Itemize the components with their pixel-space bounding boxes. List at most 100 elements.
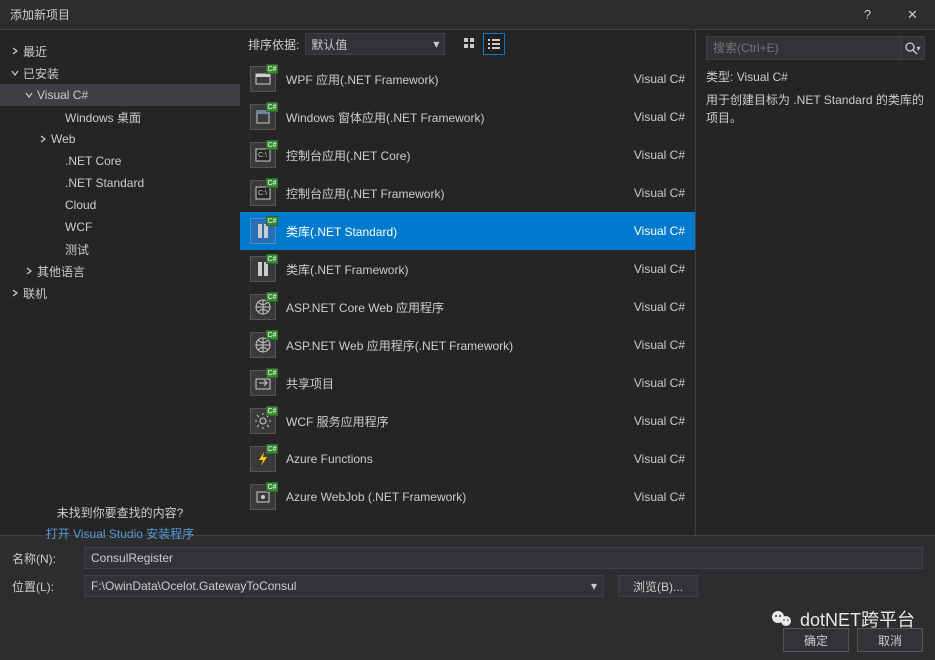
close-button[interactable]: ✕	[890, 0, 935, 30]
template-row[interactable]: C#WPF 应用(.NET Framework)Visual C#	[240, 60, 695, 98]
tree-arrow-icon	[8, 287, 21, 300]
template-icon: C:\C#	[250, 142, 276, 168]
tree-item-10[interactable]: 其他语言	[0, 260, 240, 282]
template-lang: Visual C#	[634, 110, 685, 124]
csharp-badge-icon: C#	[266, 216, 278, 226]
tree-arrow-icon	[50, 155, 63, 168]
template-lang: Visual C#	[634, 414, 685, 428]
tree-item-11[interactable]: 联机	[0, 282, 240, 304]
template-icon: C#	[250, 370, 276, 396]
template-name: WCF 服务应用程序	[286, 413, 624, 430]
tree-label: Cloud	[63, 198, 96, 212]
tree-item-5[interactable]: .NET Core	[0, 150, 240, 172]
help-button[interactable]: ?	[845, 0, 890, 30]
template-name: 控制台应用(.NET Framework)	[286, 185, 624, 202]
template-name: Azure WebJob (.NET Framework)	[286, 490, 624, 504]
details-pane: ▾ 类型: Visual C# 用于创建目标为 .NET Standard 的类…	[695, 30, 935, 535]
template-icon: C#	[250, 332, 276, 358]
type-line: 类型: Visual C#	[706, 68, 925, 85]
template-row[interactable]: C#类库(.NET Standard)Visual C#	[240, 212, 695, 250]
csharp-badge-icon: C#	[266, 178, 278, 188]
tree-label: 最近	[21, 43, 47, 60]
chevron-down-icon: ▾	[433, 37, 439, 51]
tree-item-2[interactable]: Visual C#	[0, 84, 240, 106]
sort-bar: 排序依据: 默认值 ▾	[240, 30, 695, 58]
template-name: Azure Functions	[286, 452, 624, 466]
tree-item-9[interactable]: 测试	[0, 238, 240, 260]
tree-arrow-icon	[50, 177, 63, 190]
tree-item-3[interactable]: Windows 桌面	[0, 106, 240, 128]
template-row[interactable]: C#Azure WebJob (.NET Framework)Visual C#	[240, 478, 695, 516]
tree-arrow-icon	[50, 111, 63, 124]
tree-item-1[interactable]: 已安装	[0, 62, 240, 84]
template-row[interactable]: C#ASP.NET Core Web 应用程序Visual C#	[240, 288, 695, 326]
template-icon: C#	[250, 104, 276, 130]
tree-arrow-icon	[22, 265, 35, 278]
template-name: ASP.NET Web 应用程序(.NET Framework)	[286, 337, 624, 354]
csharp-badge-icon: C#	[266, 444, 278, 454]
search-input[interactable]	[707, 41, 900, 55]
chevron-down-icon: ▾	[591, 579, 597, 593]
template-icon: C#	[250, 446, 276, 472]
sort-dropdown[interactable]: 默认值 ▾	[305, 33, 445, 55]
tree-arrow-icon	[36, 133, 49, 146]
svg-text:C:\: C:\	[258, 190, 267, 197]
template-row[interactable]: C:\ C# 控制台应用(.NET Framework) Visual C#	[240, 174, 695, 212]
open-installer-link[interactable]: 打开 Visual Studio 安装程序	[0, 525, 240, 542]
csharp-badge-icon: C#	[266, 292, 278, 302]
csharp-badge-icon: C#	[266, 482, 278, 492]
tree-label: .NET Core	[63, 154, 121, 168]
template-name: Windows 窗体应用(.NET Framework)	[286, 109, 624, 126]
tree-label: Windows 桌面	[63, 109, 141, 126]
template-lang: Visual C#	[634, 72, 685, 86]
template-lang: Visual C#	[634, 262, 685, 276]
tree-item-0[interactable]: 最近	[0, 40, 240, 62]
view-list-button[interactable]	[483, 33, 505, 55]
csharp-badge-icon: C#	[266, 254, 278, 264]
template-row[interactable]: C# 类库(.NET Framework) Visual C#	[240, 250, 695, 288]
location-label: 位置(L):	[12, 578, 76, 595]
template-lang: Visual C#	[634, 186, 685, 200]
tree-item-6[interactable]: .NET Standard	[0, 172, 240, 194]
category-tree: 最近已安装 Visual C# Windows 桌面 Web .NET Core .NET…	[0, 30, 240, 535]
tree-item-8[interactable]: WCF	[0, 216, 240, 238]
tree-arrow-icon	[22, 89, 35, 102]
tree-arrow-icon	[50, 243, 63, 256]
sort-label: 排序依据:	[248, 36, 299, 53]
view-grid-button[interactable]	[459, 33, 481, 55]
name-label: 名称(N):	[12, 550, 76, 567]
tree-label: WCF	[63, 220, 92, 234]
browse-button[interactable]: 浏览(B)...	[618, 575, 698, 597]
tree-item-4[interactable]: Web	[0, 128, 240, 150]
template-name: 共享项目	[286, 375, 624, 392]
template-row[interactable]: C#WCF 服务应用程序Visual C#	[240, 402, 695, 440]
template-row[interactable]: C#Azure FunctionsVisual C#	[240, 440, 695, 478]
template-lang: Visual C#	[634, 338, 685, 352]
csharp-badge-icon: C#	[266, 330, 278, 340]
tree-arrow-icon	[50, 221, 63, 234]
sidebar-footer: 未找到你要查找的内容? 打开 Visual Studio 安装程序	[0, 504, 240, 542]
ok-button[interactable]: 确定	[783, 628, 849, 652]
csharp-badge-icon: C#	[266, 102, 278, 112]
template-row[interactable]: C# Windows 窗体应用(.NET Framework) Visual C#	[240, 98, 695, 136]
location-input[interactable]: F:\OwinData\Ocelot.GatewayToConsul ▾	[84, 575, 604, 597]
template-name: 类库(.NET Framework)	[286, 261, 624, 278]
tree-arrow-icon	[50, 199, 63, 212]
tree-item-7[interactable]: Cloud	[0, 194, 240, 216]
template-row[interactable]: C:\C#控制台应用(.NET Core)Visual C#	[240, 136, 695, 174]
csharp-badge-icon: C#	[266, 64, 278, 74]
chevron-down-icon: ▾	[916, 44, 920, 53]
form-area: 名称(N): ConsulRegister 位置(L): F:\OwinData…	[0, 535, 935, 600]
search-button[interactable]: ▾	[900, 37, 924, 59]
titlebar: 添加新项目 ? ✕	[0, 0, 935, 30]
template-row[interactable]: C# ASP.NET Web 应用程序(.NET Framework) Visual…	[240, 326, 695, 364]
template-row[interactable]: C#共享项目Visual C#	[240, 364, 695, 402]
template-icon: C#	[250, 218, 276, 244]
cancel-button[interactable]: 取消	[857, 628, 923, 652]
dialog-footer: 确定 取消	[0, 606, 935, 660]
tree-label: Web	[49, 132, 75, 146]
name-input[interactable]: ConsulRegister	[84, 547, 923, 569]
svg-text:C:\: C:\	[258, 152, 267, 159]
tree-label: 联机	[21, 285, 47, 302]
tree-label: 已安装	[21, 65, 59, 82]
